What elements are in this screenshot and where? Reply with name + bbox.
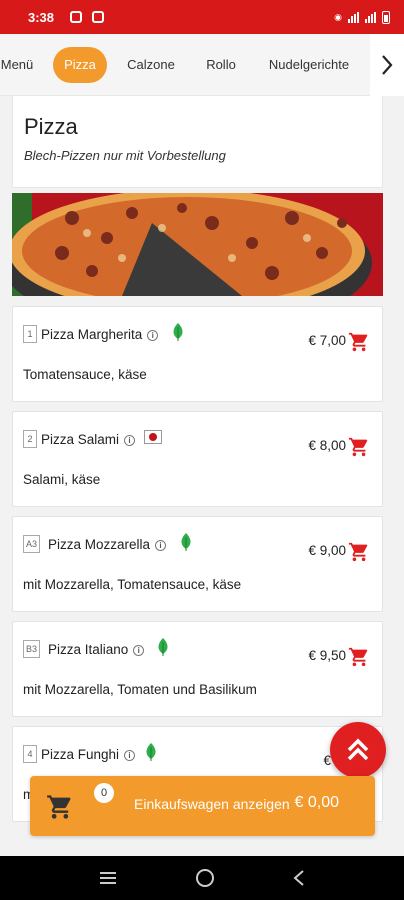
scroll-to-top-button[interactable] (330, 722, 386, 778)
info-icon[interactable]: i (155, 540, 167, 551)
home-icon[interactable] (195, 868, 215, 888)
leaf-icon (173, 323, 183, 341)
leaf-icon (146, 743, 156, 761)
status-icons: ◉ (334, 10, 390, 24)
item-name: Pizza Margherita i (41, 327, 159, 342)
section-subtitle: Blech-Pizzen nur mit Vorbestellung (24, 148, 226, 163)
hotspot-icon: ◉ (334, 11, 342, 22)
item-description: Tomatensauce, käse (23, 367, 147, 382)
add-to-cart-icon[interactable] (348, 541, 370, 563)
notification-icon (70, 11, 83, 23)
chevron-right-icon (382, 55, 393, 75)
signal-icon (348, 11, 359, 23)
back-icon[interactable] (292, 869, 306, 887)
status-time: 3:38 (28, 9, 55, 25)
menu-item-card[interactable]: 1 Pizza Margherita i € 7,00 Tomatensauce,… (12, 306, 383, 402)
signal-icon-2 (365, 11, 376, 23)
notification-icon-2 (92, 11, 105, 23)
cart-total: € 0,00 (294, 794, 339, 811)
item-description: mit Mozzarella, Tomaten und Basilikum (23, 682, 257, 697)
item-name: Pizza Salami i (41, 432, 136, 447)
item-description: mit Mozzarella, Tomatensauce, käse (23, 577, 242, 592)
item-price: € 9,00 (308, 543, 346, 558)
tab-calzone[interactable]: Calzone (120, 47, 182, 83)
tab-scroll-right-button[interactable] (370, 34, 404, 96)
battery-icon (382, 10, 390, 24)
item-number: 2 (23, 430, 37, 448)
tab-menu[interactable]: Menü (0, 47, 34, 83)
item-name: Pizza Funghi i (41, 747, 136, 762)
category-tab-bar: Menü Pizza Calzone Rollo Nudelgerichte (0, 34, 404, 96)
tab-pizza[interactable]: Pizza (53, 47, 107, 83)
pizza-hero-image (12, 193, 383, 296)
double-chevron-up-icon (347, 738, 369, 761)
cart-label: Einkaufswagen anzeigen (134, 796, 290, 812)
menu-item-card[interactable]: 2 Pizza Salami i € 8,00 Salami, käse (12, 411, 383, 507)
item-name: Pizza Mozzarella i (48, 537, 167, 552)
shopping-cart-icon (47, 795, 71, 819)
item-number: A3 (23, 535, 41, 553)
info-icon[interactable]: i (133, 645, 145, 656)
info-icon[interactable]: i (124, 435, 136, 446)
system-navigation-bar (0, 856, 404, 900)
cart-count-badge: 0 (94, 783, 114, 803)
add-to-cart-icon[interactable] (348, 436, 370, 458)
leaf-icon (158, 638, 168, 656)
tab-nudelgerichte[interactable]: Nudelgerichte (262, 47, 356, 83)
item-name: Pizza Italiano i (48, 642, 145, 657)
item-number: 4 (23, 745, 37, 763)
add-to-cart-icon[interactable] (348, 646, 370, 668)
section-header: Pizza Blech-Pizzen nur mit Vorbestellung (12, 96, 383, 188)
menu-item-card[interactable]: A3 Pizza Mozzarella i € 9,00 mit Mozzarel… (12, 516, 383, 612)
item-number: 1 (23, 325, 37, 343)
menu-item-card[interactable]: B3 Pizza Italiano i € 9,50 mit Mozzarella… (12, 621, 383, 717)
section-title: Pizza (24, 114, 78, 139)
item-price: € 7,00 (308, 333, 346, 348)
item-description: Salami, käse (23, 472, 101, 487)
add-to-cart-icon[interactable] (348, 331, 370, 353)
tab-rollo[interactable]: Rollo (198, 47, 244, 83)
item-price: € 9,50 (308, 648, 346, 663)
info-icon[interactable]: i (147, 330, 159, 341)
status-bar: 3:38 ◉ (0, 0, 404, 34)
recent-apps-icon[interactable] (98, 870, 118, 886)
leaf-icon (181, 533, 191, 551)
info-icon[interactable]: i (124, 750, 136, 761)
item-number: B3 (23, 640, 41, 658)
view-cart-button[interactable]: 0 Einkaufswagen anzeigen € 0,00 (30, 776, 375, 836)
flag-icon (144, 430, 162, 444)
item-price: € 8,00 (308, 438, 346, 453)
